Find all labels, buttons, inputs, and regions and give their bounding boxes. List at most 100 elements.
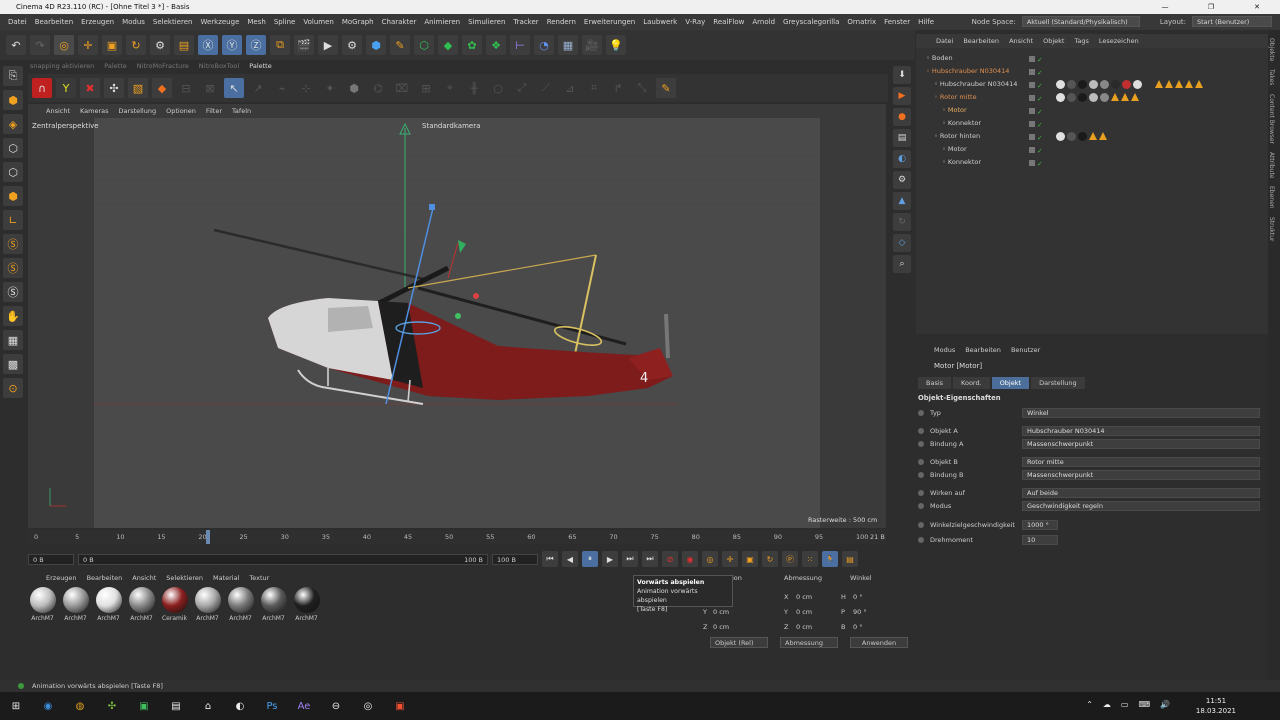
key-pla-icon[interactable]: ⁙ [802,551,818,567]
animate-toggle-icon[interactable] [918,472,924,478]
model-mode-icon[interactable]: ⬢ [3,90,23,110]
chrome-icon[interactable]: ◍ [64,692,96,720]
material-tag-icon[interactable] [1056,132,1065,141]
menu-item[interactable]: Datei [4,18,31,26]
record-key-icon[interactable]: ⊘ [662,551,678,567]
dock-tab[interactable]: Attribute [1268,152,1275,179]
size-x-field[interactable]: 0 cm [796,593,812,601]
mograph-icon[interactable]: ❖ [486,35,506,55]
material-tag-icon[interactable] [1056,80,1065,89]
menu-item[interactable]: Ornatrix [843,18,880,26]
material-tag-icon[interactable] [1067,132,1076,141]
redo-icon[interactable]: ↷ [30,35,50,55]
battery-icon[interactable]: ▭ [1121,700,1129,709]
close-icon[interactable]: ✕ [1234,0,1280,14]
edge-browser-icon[interactable]: ◉ [32,692,64,720]
lock-icon[interactable]: ⊙ [3,378,23,398]
cloner-icon[interactable]: ✿ [462,35,482,55]
material-swatch[interactable]: ArchM7 [94,587,123,627]
menu-item[interactable]: Spline [270,18,300,26]
material-tag-icon[interactable] [1078,80,1087,89]
animate-toggle-icon[interactable] [918,537,924,543]
texture-mode-icon[interactable]: ◈ [3,114,23,134]
axis-y-icon[interactable]: Ⓨ [222,35,242,55]
end-frame-field[interactable]: 100 B [492,553,538,565]
viewport-menu-item[interactable]: Filter [206,107,222,115]
viewport-menu-item[interactable]: Darstellung [119,107,157,115]
cone-icon[interactable]: ▲ [893,192,911,210]
app-icon[interactable]: ⊖ [320,692,352,720]
material-swatch[interactable]: ArchM7 [226,587,255,627]
step-back-icon[interactable]: ◀ [562,551,578,567]
viewport-menu-item[interactable]: Kameras [80,107,109,115]
minimize-icon[interactable]: — [1142,0,1188,14]
auto-key-icon[interactable]: ◉ [682,551,698,567]
attribute-value-field[interactable]: Winkel [1022,408,1260,418]
key-param-icon[interactable]: Ⓟ [782,551,798,567]
attribute-value-field[interactable]: Rotor mitte [1022,457,1260,467]
goto-start-icon[interactable]: ⏮ [542,551,558,567]
animate-toggle-icon[interactable] [918,522,924,528]
menu-item[interactable]: V-Ray [681,18,709,26]
chevron-up-icon[interactable]: ⌃ [1086,700,1093,709]
animate-toggle-icon[interactable] [918,410,924,416]
motion-system-icon[interactable]: 🏃 [822,551,838,567]
menu-item[interactable]: Modus [118,18,149,26]
deformer-icon[interactable]: ⊢ [510,35,530,55]
attribute-value-field[interactable]: Hubschrauber N030414 [1022,426,1260,436]
material-swatch[interactable]: ArchM7 [127,587,156,627]
step-forward-icon[interactable]: ▶ [602,551,618,567]
menu-item[interactable]: Werkzeuge [196,18,243,26]
point-mode-icon[interactable]: ⬡ [3,138,23,158]
menu-item[interactable]: Erzeugen [77,18,118,26]
key-scale-icon[interactable]: ▣ [742,551,758,567]
object-row[interactable]: ◦ Motor ✓ [916,104,1268,117]
menu-item[interactable]: Volumen [299,18,337,26]
warning-tag-icon[interactable] [1185,80,1193,88]
visibility-toggle[interactable]: ✓ [1029,158,1045,168]
snap-s2-icon[interactable]: Ⓢ [3,258,23,278]
tab-darstellung[interactable]: Darstellung [1031,377,1085,389]
rotate-icon[interactable]: ↻ [126,35,146,55]
object-menu-item[interactable]: Datei [936,37,953,45]
material-tag-icon[interactable] [1089,93,1098,102]
warning-tag-icon[interactable] [1195,80,1203,88]
palette-tab[interactable]: NitroMoFracture [137,62,189,74]
app-icon[interactable]: ✣ [96,692,128,720]
viewport-menu-item[interactable]: Optionen [166,107,196,115]
y-icon[interactable]: Y [56,78,76,98]
goto-end-icon[interactable]: ⏭ [622,551,638,567]
viewport-menu-item[interactable]: Tafeln [232,107,251,115]
eraser-icon[interactable]: ◆ [152,78,172,98]
material-swatch[interactable]: ArchM7 [61,587,90,627]
size-z-field[interactable]: 0 cm [796,623,812,631]
material-tag-icon[interactable] [1067,93,1076,102]
gear-icon[interactable]: ⚙ [893,171,911,189]
rot-p-field[interactable]: 90 ° [853,608,867,616]
render-icon[interactable]: ▤ [893,129,911,147]
search-icon[interactable]: ⌕ [893,255,911,273]
material-tag-icon[interactable] [1133,80,1142,89]
nitro-box-icon[interactable]: ▧ [128,78,148,98]
menu-item[interactable]: RealFlow [709,18,748,26]
animate-toggle-icon[interactable] [918,441,924,447]
scale-icon[interactable]: ▣ [102,35,122,55]
x-icon[interactable]: ✖ [80,78,100,98]
material-swatch[interactable]: ArchM7 [28,587,57,627]
sphere-icon[interactable]: ◐ [893,150,911,168]
snap-s3-icon[interactable]: Ⓢ [3,282,23,302]
menu-item[interactable]: Simulieren [464,18,509,26]
pen-icon[interactable]: ✎ [390,35,410,55]
dock-tab[interactable]: Objekte [1268,38,1275,61]
object-menu-item[interactable]: Ansicht [1009,37,1033,45]
plane-icon[interactable]: ◇ [893,234,911,252]
material-tag-icon[interactable] [1111,80,1120,89]
rot-h-field[interactable]: 0 ° [853,593,862,601]
light-icon[interactable]: 💡 [606,35,626,55]
material-menu-item[interactable]: Ansicht [132,574,156,582]
warning-tag-icon[interactable] [1121,93,1129,101]
menu-item[interactable]: Animieren [420,18,464,26]
tab-objekt[interactable]: Objekt [991,377,1030,389]
next-key-icon[interactable]: ⏭ [642,551,658,567]
select-tool-icon[interactable]: ↖ [224,78,244,98]
